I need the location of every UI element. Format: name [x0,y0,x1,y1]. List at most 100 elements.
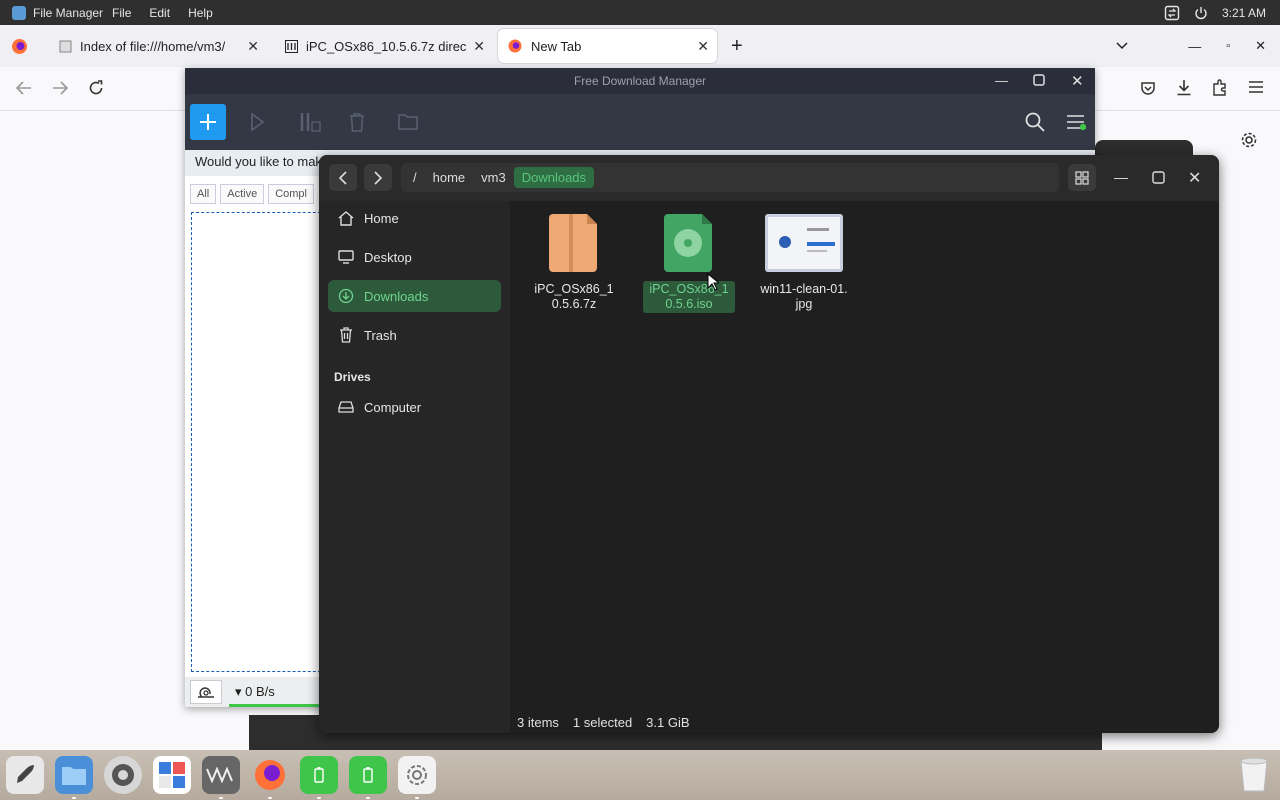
window-close-icon[interactable]: ✕ [1188,168,1201,188]
file-manager-window: / home vm3 Downloads — ✕ Home Desktop Do… [319,155,1219,733]
breadcrumb-downloads[interactable]: Downloads [513,167,595,188]
breadcrumb-home[interactable]: home [425,167,474,188]
window-maximize-icon[interactable]: ▫ [1226,40,1230,52]
pocket-icon[interactable] [1140,80,1156,96]
filter-all[interactable]: All [190,184,217,204]
add-download-button[interactable] [190,104,226,140]
running-indicator [268,797,272,799]
rocket-launcher-icon[interactable] [6,756,44,794]
firefox-icon[interactable] [251,756,289,799]
fdm-title: Free Download Manager [573,74,707,88]
close-tab-icon[interactable]: ✕ [473,38,485,55]
file-name: win11-clean-01.jpg [760,282,848,311]
file-manager-headerbar: / home vm3 Downloads — ✕ [319,155,1219,201]
new-tab-settings-gear-icon[interactable] [1240,131,1258,149]
close-tab-icon[interactable]: ✕ [247,38,259,55]
screen-sync-icon[interactable] [1164,5,1180,21]
sidebar-item-home[interactable]: Home [328,202,501,234]
status-selection: 1 selected [572,714,633,730]
running-indicator [317,797,321,799]
running-indicator [72,797,76,799]
running-indicator [366,797,370,799]
downloads-icon[interactable] [1176,79,1192,96]
filter-completed[interactable]: Compl [268,184,314,204]
browser-tab-active[interactable]: New Tab ✕ [498,29,717,63]
clock[interactable]: 3:21 AM [1222,6,1266,20]
files-icon[interactable] [55,756,93,799]
sidebar-item-computer[interactable]: Computer [328,391,501,423]
breadcrumb-vm3[interactable]: vm3 [473,167,514,188]
sidebar-item-downloads[interactable]: Downloads [328,280,501,312]
window-close-icon[interactable]: ✕ [1071,72,1084,90]
archive-site-icon [285,39,298,53]
file-manager-status-bar: 3 items 1 selected 3.1 GiB [510,711,1219,733]
forward-button[interactable] [364,164,392,191]
status-size: 3.1 GiB [646,714,690,730]
window-minimize-icon[interactable]: — [995,73,1008,88]
system-top-bar: File Manager File Edit Help 3:21 AM [0,0,1280,25]
delete-icon[interactable] [348,112,366,132]
back-arrow-icon[interactable] [16,81,32,95]
home-icon [337,210,355,226]
pause-icon[interactable] [299,112,321,132]
archive-file-icon [528,211,620,275]
drop-zone[interactable] [191,212,326,672]
firefox-icon [508,39,522,53]
browser-tab[interactable]: iPC_OSx86_10.5.6.7z direc ✕ [275,29,493,63]
tab-title: New Tab [531,38,582,54]
battery-app-icon[interactable] [300,756,338,799]
forward-arrow-icon[interactable] [52,81,68,95]
trash-icon [337,327,355,343]
open-folder-icon[interactable] [398,113,418,130]
file-name: iPC_OSx86_10.5.6.iso [643,281,735,313]
firefox-view-icon[interactable] [11,38,28,55]
settings-icon[interactable] [104,756,142,794]
fdm-toolbar [185,94,1095,150]
disc-image-icon [643,211,735,275]
search-icon[interactable] [1025,112,1045,132]
sidebar-item-label: Downloads [364,288,429,304]
window-minimize-icon[interactable]: — [1114,169,1128,185]
system-gear-icon[interactable] [398,756,436,799]
download-icon [337,288,355,304]
calculator-icon[interactable] [153,756,191,794]
resume-icon[interactable] [249,112,269,132]
window-maximize-icon[interactable] [1033,74,1045,86]
sidebar-item-label: Trash [364,327,397,343]
app-menu-icon[interactable] [1249,81,1263,93]
desktop-icon [337,250,355,264]
image-thumbnail [758,211,850,275]
view-toggle-button[interactable] [1068,164,1096,191]
sidebar-item-trash[interactable]: Trash [328,319,501,351]
tab-title: Index of file:///home/vm3/ [80,38,226,54]
file-item-selected[interactable]: iPC_OSx86_10.5.6.iso [643,211,735,313]
close-tab-icon[interactable]: ✕ [697,38,709,55]
active-app-menu[interactable]: File Manager [0,5,103,20]
snail-mode-icon[interactable] [190,680,222,704]
file-item[interactable]: win11-clean-01.jpg [758,211,850,313]
breadcrumb-root[interactable]: / [405,167,425,188]
browser-tab[interactable]: Index of file:///home/vm3/ ✕ [49,29,267,63]
window-maximize-icon[interactable] [1152,171,1165,184]
reload-icon[interactable] [88,80,104,96]
back-button[interactable] [329,164,357,191]
power-icon[interactable] [1194,6,1208,20]
window-close-icon[interactable]: ✕ [1255,38,1266,54]
filter-active[interactable]: Active [220,184,265,204]
window-minimize-icon[interactable]: — [1188,39,1201,54]
list-tabs-chevron-icon[interactable] [1116,42,1128,50]
sidebar-item-desktop[interactable]: Desktop [328,241,501,273]
vmware-icon[interactable] [202,756,240,799]
menu-edit[interactable]: Edit [140,6,179,20]
extensions-icon[interactable] [1212,79,1228,96]
trash-can-icon[interactable] [1238,757,1270,793]
sidebar-item-label: Computer [364,399,422,415]
sidebar-item-label: Home [364,210,399,226]
battery-app-icon[interactable] [349,756,387,799]
fdm-menu-icon[interactable] [1066,114,1086,130]
menu-file[interactable]: File [103,6,140,20]
file-item[interactable]: iPC_OSx86_10.5.6.7z [528,211,620,313]
new-tab-button[interactable]: + [731,35,743,58]
menu-help[interactable]: Help [179,6,222,20]
running-indicator [219,797,223,799]
